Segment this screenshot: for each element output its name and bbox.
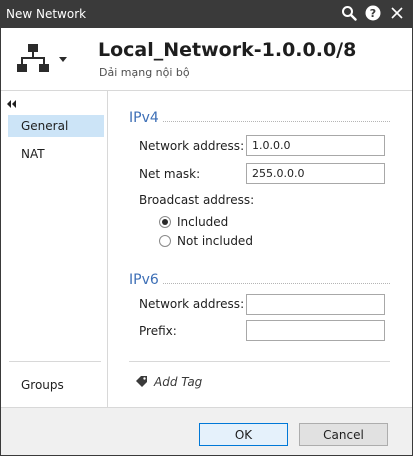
collapse-sidebar-icon[interactable] (7, 97, 17, 108)
network-topology-icon[interactable] (16, 41, 50, 75)
radio-selected-dot (162, 219, 168, 225)
ipv6-section-divider (163, 283, 390, 284)
prefix-label: Prefix: (139, 324, 177, 338)
tags-divider (129, 361, 390, 362)
ok-button[interactable]: OK (199, 423, 288, 446)
svg-text:?: ? (370, 7, 376, 20)
search-icon[interactable] (340, 4, 358, 22)
close-icon[interactable] (388, 4, 406, 22)
general-panel: IPv4 Network address: Net mask: Broadcas… (109, 91, 412, 407)
ipv4-section-title: IPv4 (129, 110, 159, 126)
dialog-footer: OK Cancel (1, 407, 412, 455)
object-name[interactable]: Local_Network-1.0.0.0/8 (98, 39, 356, 61)
tag-icon (136, 375, 148, 390)
ipv4-section-divider (163, 121, 390, 122)
broadcast-included-label[interactable]: Included (177, 215, 228, 229)
ipv6-network-address-label: Network address: (139, 297, 245, 311)
object-header: Local_Network-1.0.0.0/8 Dải mạng nội bộ (1, 28, 412, 90)
broadcast-address-label: Broadcast address: (139, 193, 255, 207)
net-mask-label: Net mask: (139, 167, 201, 181)
prefix-input[interactable] (246, 320, 385, 341)
ipv6-section-title: IPv6 (129, 272, 159, 288)
sidebar-divider (9, 361, 101, 362)
window-title: New Network (6, 7, 87, 21)
object-comment[interactable]: Dải mạng nội bộ (99, 66, 190, 79)
net-mask-input[interactable] (246, 163, 385, 184)
icon-dropdown-caret-icon[interactable] (59, 52, 67, 62)
sidebar-item-general[interactable]: General (8, 115, 104, 137)
sidebar: General NAT Groups (1, 91, 108, 407)
help-icon[interactable]: ? (364, 4, 382, 22)
broadcast-not-included-option[interactable]: Not included (159, 233, 253, 249)
broadcast-included-radio[interactable] (159, 216, 171, 228)
add-tag-label[interactable]: Add Tag (154, 375, 202, 389)
ipv6-network-address-input[interactable] (246, 294, 385, 315)
broadcast-not-included-radio[interactable] (159, 235, 171, 247)
add-tag-button[interactable]: Add Tag (136, 374, 202, 390)
ipv4-network-address-input[interactable] (246, 135, 385, 156)
sidebar-item-nat[interactable]: NAT (8, 143, 104, 165)
sidebar-item-groups[interactable]: Groups (8, 374, 104, 396)
title-bar: New Network ? (0, 0, 413, 28)
broadcast-not-included-label[interactable]: Not included (177, 234, 253, 248)
cancel-button[interactable]: Cancel (299, 423, 388, 446)
broadcast-included-option[interactable]: Included (159, 214, 228, 230)
ipv4-network-address-label: Network address: (139, 139, 245, 153)
